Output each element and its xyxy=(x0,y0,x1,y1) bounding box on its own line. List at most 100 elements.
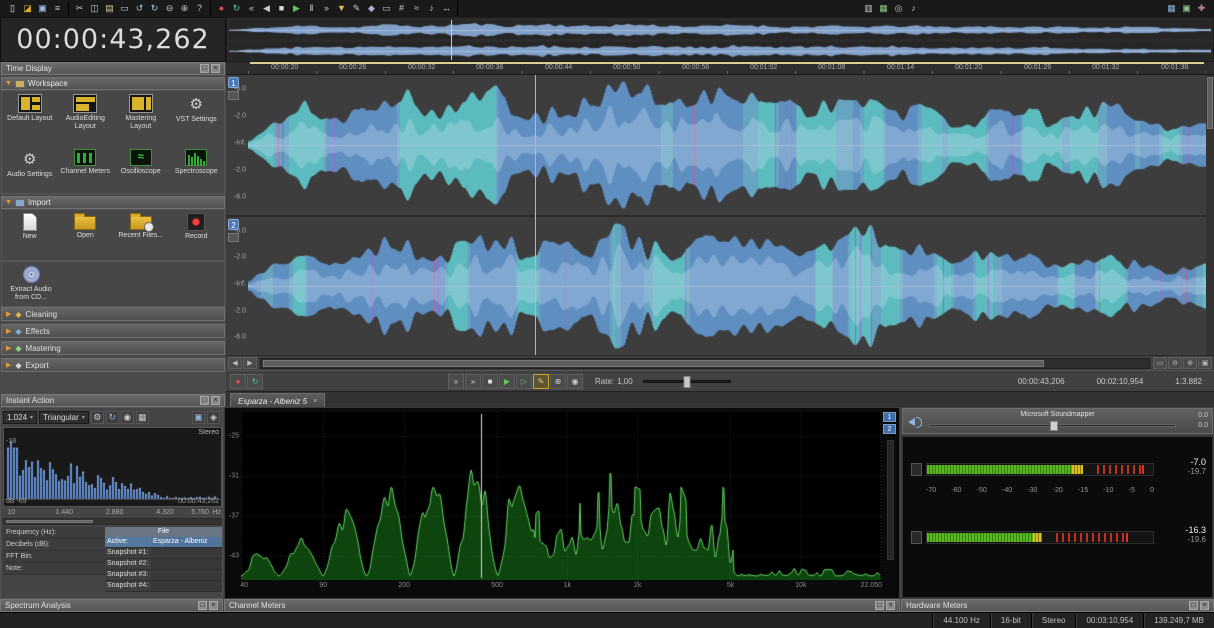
meter-right-button[interactable] xyxy=(911,531,922,544)
audio-event-tool-button[interactable]: ◉ xyxy=(567,373,583,389)
overview-wave-left-canvas[interactable] xyxy=(229,21,1211,39)
layout-manager-icon[interactable]: ▦ xyxy=(1164,2,1179,15)
file-properties-icon[interactable]: ≡ xyxy=(50,2,65,15)
import-section-header[interactable]: ▼ Import xyxy=(1,196,225,209)
spectrum-scrollbar[interactable] xyxy=(3,518,222,525)
close-button[interactable]: × xyxy=(211,396,220,405)
zoom-in-icon[interactable]: ⊕ xyxy=(177,2,192,15)
action-vst-settings[interactable]: ⚙ VST Settings xyxy=(169,91,225,146)
horizontal-scrollbar[interactable]: ◀ ▶ ▭ ⊖ ⊕ ▣ xyxy=(226,355,1214,370)
horizontal-scrollbar-track[interactable] xyxy=(260,357,1150,369)
close-button[interactable]: × xyxy=(209,601,218,610)
edit-tool-button[interactable]: ✎ xyxy=(533,373,549,389)
undock-button[interactable]: □ xyxy=(198,601,207,610)
go-to-end-button[interactable]: » xyxy=(465,373,481,389)
phase-scope-icon[interactable]: ◎ xyxy=(891,2,906,15)
timeline-ruler[interactable]: 00:00:20 00:00:26 00:00:32 00:00:38 00:00:44… xyxy=(226,62,1214,75)
tab-close-icon[interactable]: × xyxy=(313,398,317,405)
action-open[interactable]: Open xyxy=(58,210,114,260)
action-audioediting-layout[interactable]: AudioEditing Layout xyxy=(58,91,114,146)
record-button[interactable]: ● xyxy=(230,373,246,389)
section-bar-mastering[interactable]: ▶ ◆ Mastering xyxy=(1,341,225,355)
spectrum-scrollbar-thumb[interactable] xyxy=(6,520,93,523)
undo-icon[interactable]: ↺ xyxy=(132,2,147,15)
undock-button[interactable]: □ xyxy=(875,601,884,610)
instant-action-titlebar[interactable]: Instant Action □ × xyxy=(1,394,225,407)
undock-button[interactable]: □ xyxy=(200,64,209,73)
window-function-select[interactable]: Triangular ▾ xyxy=(39,411,89,424)
marker-icon[interactable]: ▼ xyxy=(334,2,349,15)
section-bar-cleaning[interactable]: ▶ ◆ Cleaning xyxy=(1,307,225,321)
spectrum-mini-graph[interactable]: -18 Stereo dB -69 00:00:43,262 xyxy=(3,427,222,507)
action-mastering-layout[interactable]: Mastering Layout xyxy=(113,91,169,146)
dock-icon[interactable]: ▣ xyxy=(192,411,205,424)
close-button[interactable]: × xyxy=(1200,601,1209,610)
paste-icon[interactable]: ▤ xyxy=(102,2,117,15)
file-tab[interactable]: Esparza - Albeniz 5 × xyxy=(230,393,326,408)
help-icon[interactable]: ? xyxy=(192,2,207,15)
magnify-tool-icon[interactable]: ◆ xyxy=(364,2,379,15)
channel-2-badge[interactable]: 2 xyxy=(228,219,239,230)
undock-button[interactable]: □ xyxy=(200,396,209,405)
output-gain-slider[interactable] xyxy=(929,421,1176,431)
vertical-scrollbar-thumb[interactable] xyxy=(1207,77,1213,129)
rate-slider-thumb[interactable] xyxy=(683,375,691,388)
waveform-channel-1[interactable]: 1 -6.0 -2.0 -Inf. -2.0 -6.0 xyxy=(226,75,1214,215)
record-icon[interactable]: ● xyxy=(214,2,229,15)
scroll-right-button[interactable]: ▶ xyxy=(243,357,257,369)
spectrum-monitor-icon[interactable]: ▦ xyxy=(876,2,891,15)
zoom-in-button[interactable]: ⊕ xyxy=(1183,357,1197,369)
action-channel-meters[interactable]: Channel Meters xyxy=(58,146,114,193)
action-record[interactable]: Record xyxy=(169,210,225,260)
zoom-out-icon[interactable]: ⊖ xyxy=(162,2,177,15)
zoom-selection-button[interactable]: ▭ xyxy=(1153,357,1167,369)
go-to-end-icon[interactable]: » xyxy=(319,2,334,15)
save-file-icon[interactable]: ▣ xyxy=(35,2,50,15)
zoom-out-button[interactable]: ⊖ xyxy=(1168,357,1182,369)
vertical-scrollbar[interactable] xyxy=(1206,75,1214,355)
go-to-start-button[interactable]: « xyxy=(448,373,464,389)
channel-meters-titlebar[interactable]: Channel Meters □ × xyxy=(224,599,900,612)
fft-size-select[interactable]: 1.024 ▾ xyxy=(3,411,38,424)
rate-slider[interactable] xyxy=(642,375,731,388)
action-spectroscope[interactable]: Spectroscope xyxy=(169,146,225,193)
undock-button[interactable]: □ xyxy=(1189,601,1198,610)
action-extract-audio-from-cd[interactable]: Extract Audio from CD... xyxy=(2,262,60,306)
snapshot-row[interactable]: Snapshot #1: xyxy=(105,548,222,559)
channel-meters-canvas[interactable] xyxy=(241,412,881,580)
channel-1-options-icon[interactable] xyxy=(228,91,239,100)
snapshot-row[interactable]: Snapshot #2: xyxy=(105,559,222,570)
pause-icon[interactable]: ‖ xyxy=(304,2,319,15)
settings-gear-icon[interactable]: ⚙ xyxy=(90,411,104,424)
scroll-left-button[interactable]: ◀ xyxy=(228,357,242,369)
redo-icon[interactable]: ↻ xyxy=(147,2,162,15)
channel-meters-scrollbar[interactable] xyxy=(887,440,894,560)
meter-options-icon[interactable]: ▥ xyxy=(861,2,876,15)
spectrum-mini-canvas[interactable] xyxy=(4,428,221,506)
play-button[interactable]: ▶ xyxy=(499,373,515,389)
channel-1-badge[interactable]: 1 xyxy=(228,77,239,88)
zoom-window-button[interactable]: ▣ xyxy=(1198,357,1212,369)
channel-1-button[interactable]: 1 xyxy=(883,412,896,422)
open-file-icon[interactable]: ◪ xyxy=(20,2,35,15)
action-oscilloscope[interactable]: ≈ Oscilloscope xyxy=(113,146,169,193)
overview-wave-right-canvas[interactable] xyxy=(229,42,1211,60)
cut-icon[interactable]: ✂ xyxy=(72,2,87,15)
stop-icon[interactable]: ■ xyxy=(274,2,289,15)
waveform-channel-1-canvas[interactable] xyxy=(248,79,1206,211)
action-default-layout[interactable]: Default Layout xyxy=(2,91,58,146)
sync-icon[interactable]: ↻ xyxy=(105,411,119,424)
snapshot-row[interactable]: Snapshot #3: xyxy=(105,570,222,581)
mix-icon[interactable]: ♪ xyxy=(424,2,439,15)
grid-toggle-icon[interactable]: ▦ xyxy=(135,411,149,424)
time-display-titlebar[interactable]: Time Display □ × xyxy=(1,62,225,75)
trim-icon[interactable]: ▭ xyxy=(117,2,132,15)
channel-2-button[interactable]: 2 xyxy=(883,424,896,434)
hardware-meters-titlebar[interactable]: Hardware Meters □ × xyxy=(901,599,1214,612)
rewind-icon[interactable]: ◀ xyxy=(259,2,274,15)
action-recent-files[interactable]: Recent Files... xyxy=(113,210,169,260)
loop-playback-icon[interactable]: ↻ xyxy=(229,2,244,15)
close-button[interactable]: × xyxy=(886,601,895,610)
snapshot-row[interactable]: Snapshot #4: xyxy=(105,581,222,592)
close-button[interactable]: × xyxy=(211,64,220,73)
